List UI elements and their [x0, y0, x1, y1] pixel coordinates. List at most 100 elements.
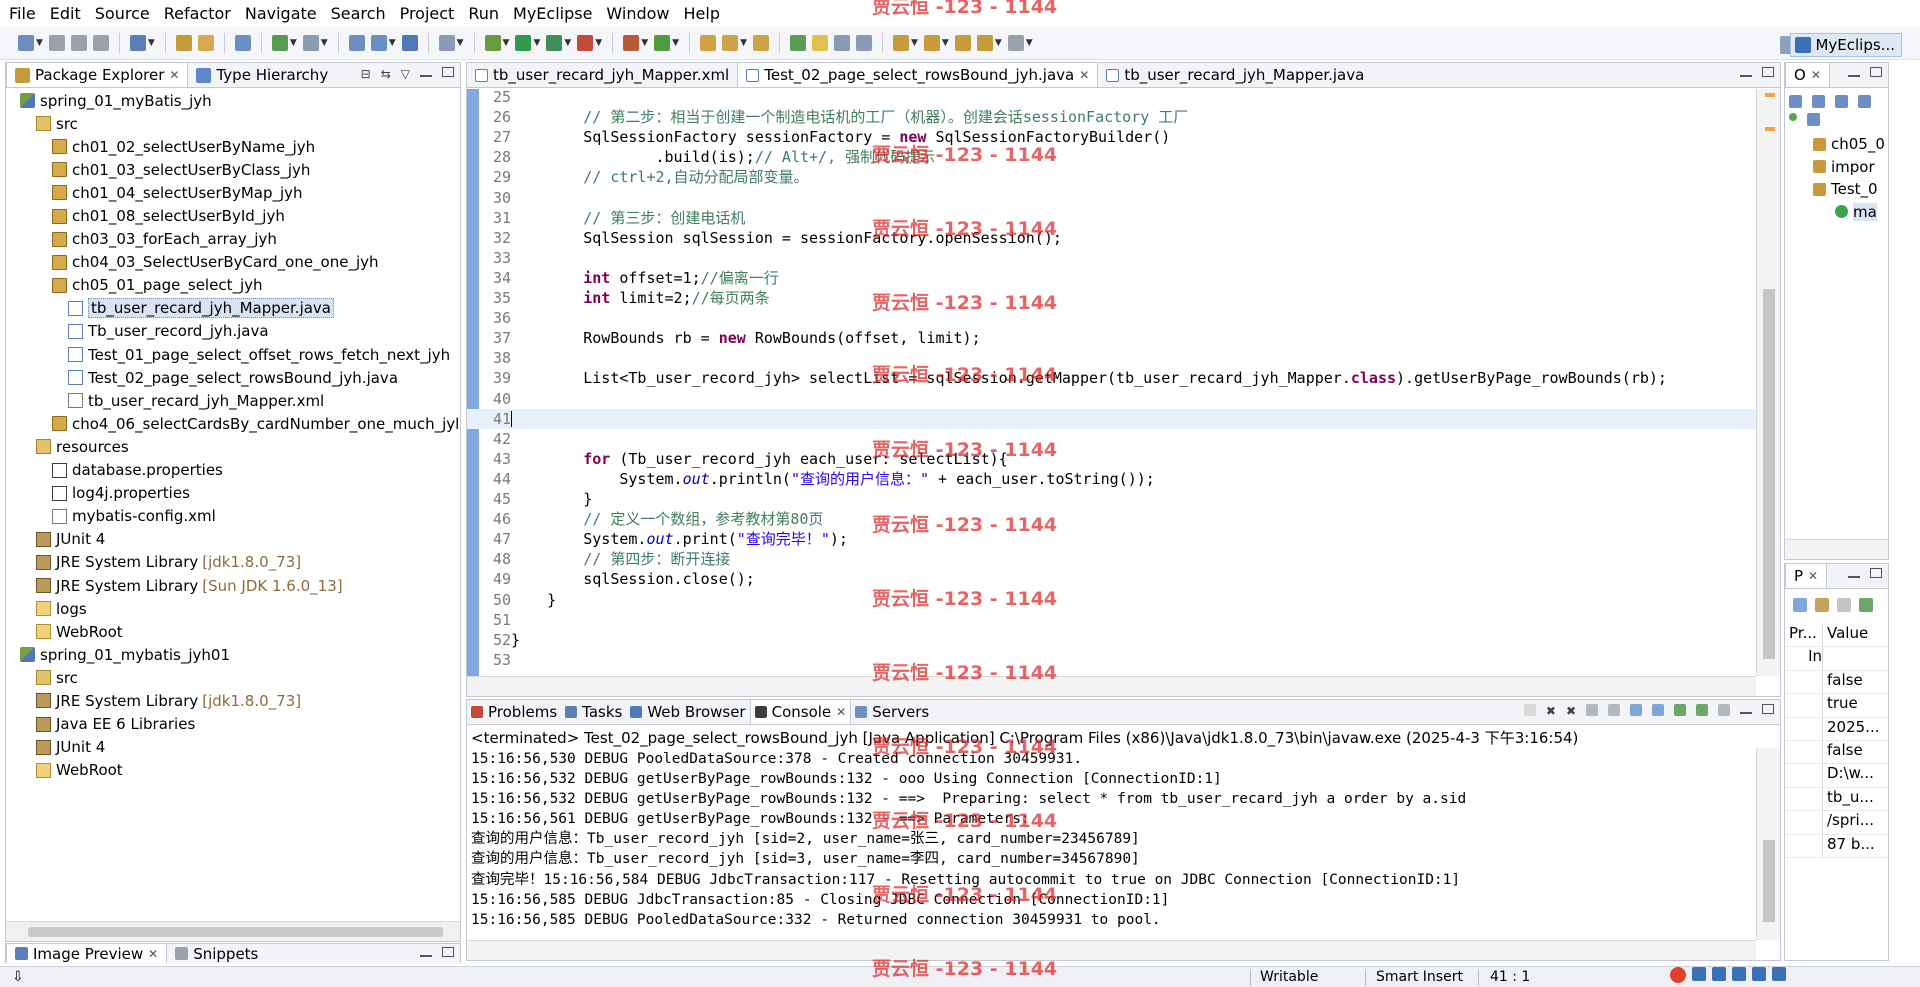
dropdown-arrow-icon[interactable]: ▼ — [148, 38, 155, 48]
menu-file[interactable]: File — [2, 0, 43, 27]
outline-item[interactable]: ma — [1785, 201, 1888, 224]
close-icon[interactable]: ✕ — [148, 947, 158, 961]
tree-item[interactable]: logs — [6, 597, 460, 620]
property-column-header[interactable]: Pr... — [1785, 624, 1823, 647]
tree-item[interactable]: ch01_03_selectUserByClass_jyh — [6, 158, 460, 181]
menu-run[interactable]: Run — [461, 0, 506, 27]
minimize-icon[interactable] — [1740, 67, 1752, 77]
remove-launch-icon[interactable]: ✖ — [1546, 704, 1556, 718]
ime-logo-icon[interactable] — [1670, 967, 1686, 983]
dropdown-arrow-icon[interactable]: ▼ — [995, 38, 1002, 48]
maximize-icon[interactable] — [442, 67, 454, 77]
tree-item[interactable]: Test_01_page_select_offset_rows_fetch_ne… — [6, 343, 460, 366]
menu-help[interactable]: Help — [677, 0, 727, 27]
scroll-thumb[interactable] — [28, 927, 443, 937]
property-row[interactable]: false — [1785, 740, 1888, 765]
horizontal-scrollbar[interactable] — [467, 940, 1756, 960]
minimize-icon[interactable] — [420, 67, 432, 77]
open-console-icon[interactable] — [1718, 704, 1730, 716]
save-all-icon[interactable] — [70, 35, 87, 51]
hide-nonpublic-icon[interactable] — [1789, 113, 1797, 121]
sort-icon[interactable] — [1812, 95, 1825, 108]
forward-icon[interactable] — [1007, 35, 1024, 51]
save-icon[interactable] — [48, 35, 65, 51]
new-java-project-icon[interactable] — [175, 35, 192, 51]
menu-window[interactable]: Window — [599, 0, 676, 27]
scroll-thumb[interactable] — [1763, 289, 1775, 659]
dropdown-arrow-icon[interactable]: ▼ — [389, 38, 396, 48]
tree-item[interactable]: ch04_03_SelectUserByCard_one_one_jyh — [6, 251, 460, 274]
search-icon[interactable] — [722, 35, 739, 51]
property-row[interactable]: false — [1785, 670, 1888, 695]
tree-item[interactable]: spring_01_mybatis_jyh01 — [6, 643, 460, 666]
minimize-icon[interactable] — [1848, 67, 1860, 77]
close-icon[interactable]: ✕ — [1808, 569, 1818, 583]
horizontal-scrollbar[interactable] — [1785, 539, 1888, 559]
vertical-scrollbar[interactable] — [1756, 748, 1780, 940]
browser-icon[interactable] — [401, 35, 418, 51]
value-column-header[interactable]: Value — [1823, 624, 1888, 646]
editor-tab[interactable]: tb_user_recard_jyh_Mapper.xml — [467, 63, 737, 87]
scroll-lock-icon[interactable] — [1608, 704, 1620, 716]
block-select-icon[interactable] — [833, 35, 850, 51]
dropdown-arrow-icon[interactable]: ▼ — [1026, 38, 1033, 48]
ime-skin-icon[interactable] — [1752, 967, 1766, 981]
console-output[interactable]: 15:16:56,530 DEBUG PooledDataSource:378 … — [471, 749, 1756, 940]
hide-static-icon[interactable] — [1858, 95, 1871, 108]
maximize-icon[interactable] — [1870, 568, 1882, 578]
minimize-icon[interactable] — [420, 947, 432, 957]
tree-item[interactable]: tb_user_recard_jyh_Mapper.java — [6, 297, 460, 320]
tab-tasks[interactable]: Tasks — [561, 700, 626, 724]
show-on-output-icon[interactable] — [1630, 704, 1642, 716]
tree-item[interactable]: spring_01_myBatis_jyh — [6, 89, 460, 112]
outline-item[interactable]: ch05_0 — [1785, 133, 1888, 156]
maximize-icon[interactable] — [1762, 704, 1774, 714]
ime-keyboard-icon[interactable] — [1732, 967, 1746, 981]
horizontal-scrollbar[interactable] — [467, 676, 1756, 696]
run-server-icon[interactable] — [271, 35, 288, 51]
menu-search[interactable]: Search — [324, 0, 393, 27]
tree-item[interactable]: WebRoot — [6, 759, 460, 782]
new-ejb-icon[interactable] — [370, 35, 387, 51]
editor-tab[interactable]: Test_02_page_select_rowsBound_jyh.java ✕ — [737, 63, 1099, 87]
tree-item[interactable]: ch05_01_page_select_jyh — [6, 274, 460, 297]
tree-item[interactable]: JRE System Library [jdk1.8.0_73] — [6, 689, 460, 712]
maximize-icon[interactable] — [1870, 67, 1882, 77]
terminate-icon[interactable] — [1523, 704, 1536, 716]
menu-edit[interactable]: Edit — [43, 0, 88, 27]
back-icon[interactable] — [976, 35, 993, 51]
dropdown-arrow-icon[interactable]: ▼ — [641, 38, 648, 48]
external-tools-icon[interactable] — [577, 35, 594, 51]
tree-item[interactable]: WebRoot — [6, 620, 460, 643]
code-area[interactable]: 25 26 // 第二步：相当于创建一个制造电话机的工厂（机器）。创建会话sess… — [467, 89, 1756, 676]
maximize-icon[interactable] — [442, 947, 454, 957]
display-console-icon[interactable] — [1696, 704, 1708, 716]
menu-navigate[interactable]: Navigate — [238, 0, 324, 27]
dropdown-arrow-icon[interactable]: ▼ — [911, 38, 918, 48]
link-with-editor-icon[interactable]: ⇆ — [381, 67, 391, 81]
tree-item[interactable]: mybatis-config.xml — [6, 505, 460, 528]
open-perspective-tb-icon[interactable] — [438, 35, 455, 51]
property-row[interactable]: D:\w... — [1785, 764, 1888, 788]
dropdown-arrow-icon[interactable]: ▼ — [503, 38, 510, 48]
tab-problems[interactable]: Problems — [467, 700, 561, 724]
restore-default-icon[interactable] — [1837, 598, 1851, 612]
whitespace-icon[interactable] — [855, 35, 872, 51]
pin-console-icon[interactable] — [1674, 704, 1686, 716]
tree-item[interactable]: Test_02_page_select_rowsBound_jyh.java — [6, 366, 460, 389]
ime-tools-icon[interactable] — [1772, 967, 1786, 981]
dropdown-arrow-icon[interactable]: ▼ — [672, 38, 679, 48]
tree-item[interactable]: ch01_04_selectUserByMap_jyh — [6, 181, 460, 204]
new-package-icon[interactable] — [197, 35, 214, 51]
tab-console[interactable]: Console ✕ — [749, 700, 852, 724]
outline-item[interactable]: Test_0 — [1785, 178, 1888, 201]
tree-item[interactable]: resources — [6, 435, 460, 458]
tab-package-explorer[interactable]: Package Explorer ✕ — [6, 63, 189, 87]
tree-item[interactable]: src — [6, 112, 460, 135]
tab-image-preview[interactable]: Image Preview ✕ — [6, 944, 168, 963]
tree-item[interactable]: log4j.properties — [6, 482, 460, 505]
close-icon[interactable]: ✕ — [1079, 68, 1089, 82]
editor-tab[interactable]: tb_user_recard_jyh_Mapper.java — [1098, 63, 1372, 87]
tree-item[interactable]: tb_user_recard_jyh_Mapper.xml — [6, 389, 460, 412]
outline-item[interactable]: impor — [1785, 156, 1888, 179]
